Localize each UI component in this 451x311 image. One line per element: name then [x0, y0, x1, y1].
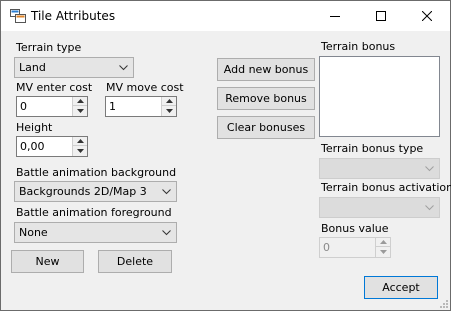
- bonus-value-label: Bonus value: [321, 222, 389, 235]
- mv-move-cost-value: 1: [109, 100, 116, 113]
- caret-down-icon: [76, 108, 84, 113]
- maximize-icon: [376, 11, 386, 21]
- battle-fg-value: None: [19, 226, 48, 239]
- stepper-buttons: [72, 137, 87, 156]
- mv-enter-cost-label: MV enter cost: [16, 81, 93, 94]
- height-stepper[interactable]: 0,00: [16, 136, 88, 157]
- stepper-down-button[interactable]: [73, 146, 87, 155]
- terrain-bonus-activation-label: Terrain bonus activation: [321, 181, 451, 194]
- minimize-button[interactable]: [312, 1, 358, 31]
- battle-fg-select[interactable]: None: [14, 222, 177, 243]
- chevron-down-icon: [162, 189, 171, 195]
- stepper-up-button[interactable]: [162, 97, 176, 106]
- caret-down-icon: [76, 148, 84, 153]
- close-button[interactable]: [404, 1, 450, 31]
- caret-down-icon: [379, 249, 387, 254]
- stepper-buttons: [72, 97, 87, 116]
- resize-grip-icon[interactable]: [438, 298, 448, 308]
- maximize-button[interactable]: [358, 1, 404, 31]
- stepper-down-button[interactable]: [162, 106, 176, 115]
- chevron-down-icon: [119, 65, 128, 71]
- battle-bg-value: Backgrounds 2D/Map 3: [19, 185, 147, 198]
- mv-move-cost-stepper[interactable]: 1: [105, 96, 177, 117]
- terrain-bonus-label: Terrain bonus: [321, 40, 396, 53]
- chevron-down-icon: [425, 166, 434, 172]
- stepper-up-button[interactable]: [376, 238, 390, 247]
- minimize-icon: [330, 16, 340, 17]
- battle-bg-label: Battle animation background: [16, 166, 177, 179]
- terrain-bonus-type-select[interactable]: [319, 158, 440, 179]
- terrain-type-label: Terrain type: [16, 41, 82, 54]
- stepper-down-button[interactable]: [376, 247, 390, 256]
- height-value: 0,00: [20, 140, 45, 153]
- terrain-type-select[interactable]: Land: [14, 57, 134, 78]
- delete-button[interactable]: Delete: [98, 250, 172, 273]
- mv-enter-cost-stepper[interactable]: 0: [16, 96, 88, 117]
- mv-enter-cost-value: 0: [20, 100, 27, 113]
- caret-up-icon: [379, 240, 387, 244]
- chevron-down-icon: [425, 205, 434, 211]
- caret-up-icon: [76, 139, 84, 143]
- terrain-bonus-list[interactable]: [319, 56, 440, 137]
- add-new-bonus-button[interactable]: Add new bonus: [217, 58, 315, 81]
- caret-up-icon: [76, 99, 84, 103]
- stepper-buttons: [161, 97, 176, 116]
- chevron-down-icon: [162, 230, 171, 236]
- title-bar[interactable]: Tile Attributes: [1, 1, 450, 31]
- new-button[interactable]: New: [11, 250, 84, 273]
- stepper-buttons: [375, 238, 390, 257]
- battle-fg-label: Battle animation foreground: [16, 206, 172, 219]
- terrain-bonus-type-label: Terrain bonus type: [321, 142, 424, 155]
- app-icon: [10, 9, 26, 23]
- window-title: Tile Attributes: [31, 9, 116, 23]
- caret-down-icon: [165, 108, 173, 113]
- bonus-value-value: 0: [323, 241, 330, 254]
- caret-up-icon: [165, 99, 173, 103]
- battle-bg-select[interactable]: Backgrounds 2D/Map 3: [14, 181, 177, 202]
- bonus-value-stepper[interactable]: 0: [319, 237, 391, 258]
- stepper-up-button[interactable]: [73, 137, 87, 146]
- accept-button[interactable]: Accept: [364, 276, 438, 299]
- clear-bonuses-button[interactable]: Clear bonuses: [217, 116, 315, 139]
- remove-bonus-button[interactable]: Remove bonus: [217, 87, 315, 110]
- terrain-bonus-activation-select[interactable]: [319, 197, 440, 218]
- stepper-down-button[interactable]: [73, 106, 87, 115]
- stepper-up-button[interactable]: [73, 97, 87, 106]
- height-label: Height: [16, 121, 53, 134]
- terrain-type-value: Land: [19, 61, 46, 74]
- mv-move-cost-label: MV move cost: [106, 81, 184, 94]
- tile-attributes-window: Tile Attributes Terrain type Land MV ent…: [0, 0, 451, 311]
- close-icon: [422, 11, 432, 21]
